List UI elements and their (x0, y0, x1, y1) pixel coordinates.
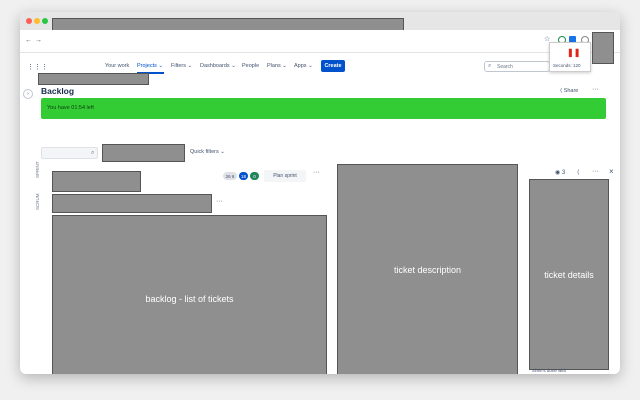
forward-arrow-icon[interactable]: → (35, 37, 42, 44)
details-placeholder-label: ticket details (544, 269, 594, 280)
app-switcher-icon[interactable]: ⋮⋮⋮ (27, 63, 48, 71)
search-icon: ⌕ (91, 150, 95, 156)
details-footer-text: Sheri's done with (532, 368, 567, 373)
badge-done: 0 (250, 172, 259, 180)
ticket-description-panel[interactable]: ticket description (337, 164, 518, 374)
pause-icon[interactable]: ❚❚ (567, 48, 580, 57)
search-placeholder: Search (497, 64, 513, 70)
browser-address-bar: ← → ☆ (20, 30, 620, 53)
more-actions-button[interactable]: ··· (592, 86, 599, 93)
nav-filters[interactable]: Filters ⌄ (171, 63, 192, 69)
nav-plans[interactable]: Plans ⌄ (267, 63, 287, 69)
quick-filters-dropdown[interactable]: Quick filters ⌄ (190, 149, 225, 155)
plan-sprint-button[interactable]: Plan sprint (264, 170, 306, 182)
timer-popup: ❚❚ Seconds: 120 (549, 42, 591, 72)
page-title: Backlog (41, 86, 75, 96)
search-input[interactable]: ⌕ Search (484, 61, 550, 72)
close-window-button[interactable] (26, 18, 32, 24)
maximize-window-button[interactable] (42, 18, 48, 24)
sprint-header-more-button[interactable]: ··· (313, 169, 320, 176)
create-button[interactable]: Create (321, 60, 345, 72)
share-icon[interactable]: ⟨ (577, 169, 579, 176)
backlog-ticket-list[interactable]: backlog - list of tickets (52, 215, 327, 374)
watchers-button[interactable]: ◉ 3 (555, 169, 565, 176)
minimize-window-button[interactable] (34, 18, 40, 24)
time-remaining-text: You have 01:54 left (47, 105, 94, 111)
backlog-placeholder-label: backlog - list of tickets (145, 294, 234, 304)
sidebar-expand-button[interactable]: › (23, 89, 33, 99)
search-icon: ⌕ (488, 63, 492, 69)
badge-in-progress: 18 (239, 172, 248, 180)
badge-todo: 26 6 (223, 172, 237, 180)
description-placeholder-label: ticket description (393, 264, 462, 275)
timer-seconds-label: Seconds: 120 (553, 63, 581, 68)
redacted-sprint-name (52, 171, 141, 192)
redacted-sprint-dates (52, 194, 212, 213)
scrum-side-label: SCRUM (35, 193, 40, 211)
nav-apps[interactable]: Apps ⌄ (294, 63, 313, 69)
back-arrow-icon[interactable]: ← (25, 37, 32, 44)
share-button[interactable]: ⟨ Share (560, 88, 578, 94)
sprint-more-button[interactable]: ··· (216, 198, 223, 205)
browser-window: ← → ☆ ⋮⋮⋮ Your work Projects ⌄ Filters ⌄… (20, 12, 620, 374)
time-remaining-banner: You have 01:54 left (41, 98, 606, 119)
redacted-filter-avatars (102, 144, 185, 162)
nav-people[interactable]: People (242, 63, 259, 69)
sprint-side-label: SPRINT (35, 161, 40, 178)
close-icon[interactable]: × (609, 167, 614, 176)
nav-projects[interactable]: Projects ⌄ (137, 63, 163, 69)
nav-dashboards[interactable]: Dashboards ⌄ (200, 63, 236, 69)
ticket-details-panel[interactable]: ticket details (529, 179, 609, 370)
browser-titlebar (20, 12, 620, 38)
share-icon: ⟨ (560, 88, 563, 94)
eye-icon: ◉ (555, 170, 561, 176)
details-more-button[interactable]: ··· (592, 168, 599, 175)
nav-your-work[interactable]: Your work (105, 63, 129, 69)
redacted-profile-area (592, 32, 614, 64)
redacted-breadcrumb (38, 73, 149, 85)
backlog-search-input[interactable]: ⌕ (41, 147, 98, 159)
